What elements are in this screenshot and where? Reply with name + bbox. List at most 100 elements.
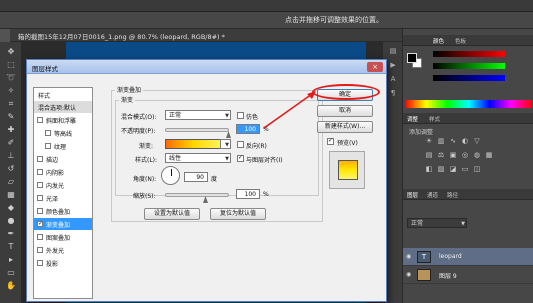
hue-saturation-icon[interactable]: ▤	[423, 151, 435, 159]
pen-tool-icon[interactable]: ✒	[5, 228, 17, 239]
tab-styles[interactable]: 样式	[429, 115, 440, 123]
foreground-color-swatch[interactable]	[407, 53, 417, 63]
style-item-inner-shadow[interactable]: 内阴影	[34, 166, 92, 178]
style-item-texture[interactable]: 纹理	[34, 140, 92, 152]
tab-paths[interactable]: 路径	[447, 191, 458, 199]
visibility-eye-icon[interactable]: ◉	[406, 253, 411, 260]
style-checkbox[interactable]	[37, 220, 43, 227]
reverse-checkbox[interactable]	[237, 141, 244, 148]
style-item-pattern-overlay[interactable]: 图案叠加	[34, 231, 92, 243]
stamp-tool-icon[interactable]: ⊥	[5, 150, 17, 161]
gradient-picker[interactable]	[165, 139, 221, 149]
move-tool-icon[interactable]: ✥	[5, 46, 17, 57]
set-default-button[interactable]: 设置为默认值	[144, 208, 200, 220]
gradient-style-select[interactable]: 线性 ▼	[165, 153, 231, 163]
style-checkbox[interactable]	[45, 143, 51, 149]
threshold-icon[interactable]: ◪	[447, 165, 459, 173]
exposure-icon[interactable]: ◐	[459, 137, 471, 145]
style-checkbox[interactable]	[37, 234, 43, 240]
magic-wand-tool-icon[interactable]: ✧	[5, 85, 17, 96]
history-brush-tool-icon[interactable]: ↺	[5, 163, 17, 174]
style-item-gradient-overlay[interactable]: 渐变叠加	[34, 218, 92, 230]
style-item-contour[interactable]: 等高线	[34, 127, 92, 139]
gradient-dropdown[interactable]: ▼	[220, 139, 231, 149]
hand-tool-icon[interactable]: ✋	[5, 280, 17, 291]
style-checkbox[interactable]	[37, 208, 43, 214]
eyedropper-tool-icon[interactable]: ✎	[5, 111, 17, 122]
brush-tool-icon[interactable]: ✐	[5, 137, 17, 148]
angle-dial[interactable]	[161, 166, 180, 185]
green-slider[interactable]	[433, 63, 505, 69]
style-checkbox[interactable]	[45, 130, 51, 136]
curves-icon[interactable]: ∿	[447, 137, 459, 145]
path-selection-tool-icon[interactable]: ▸	[5, 254, 17, 265]
style-checkbox[interactable]	[37, 182, 43, 188]
style-checkbox[interactable]	[37, 195, 43, 201]
style-checkbox[interactable]	[37, 260, 43, 266]
vibrance-icon[interactable]: ▽	[471, 137, 483, 145]
levels-icon[interactable]: ▥	[435, 137, 447, 145]
tab-color[interactable]: 颜色	[433, 37, 444, 45]
actions-icon[interactable]: ▶	[387, 60, 399, 70]
brightness-icon[interactable]: ☀	[423, 137, 435, 145]
style-checkbox[interactable]	[37, 156, 43, 162]
tab-swatches[interactable]: 色板	[455, 37, 466, 45]
blend-mode-select[interactable]: 正常 ▼	[165, 110, 231, 120]
blur-tool-icon[interactable]: ◆	[5, 202, 17, 213]
character-icon[interactable]: A	[387, 74, 399, 84]
channel-mixer-icon[interactable]: ◍	[471, 151, 483, 159]
paragraph-icon[interactable]: ¶	[387, 88, 399, 98]
style-item-color-overlay[interactable]: 颜色叠加	[34, 205, 92, 217]
opacity-slider[interactable]	[165, 128, 229, 132]
style-checkbox[interactable]	[37, 117, 43, 123]
tab-adjustments[interactable]: 调整	[407, 115, 418, 123]
shape-tool-icon[interactable]: ▭	[5, 267, 17, 278]
scale-input[interactable]: 100	[236, 189, 260, 199]
style-item-inner-glow[interactable]: 内发光	[34, 179, 92, 191]
marquee-tool-icon[interactable]: ⬚	[5, 59, 17, 70]
dialog-titlebar[interactable]: 图层样式 ×	[27, 60, 386, 74]
posterize-icon[interactable]: ▨	[435, 165, 447, 173]
dither-checkbox[interactable]	[237, 112, 244, 119]
tab-channels[interactable]: 通道	[427, 191, 438, 199]
close-icon[interactable]: ×	[367, 62, 383, 72]
healing-brush-tool-icon[interactable]: ✚	[5, 124, 17, 135]
photo-filter-icon[interactable]: ◎	[459, 151, 471, 159]
scale-slider[interactable]	[165, 193, 229, 197]
style-item-bevel-emboss[interactable]: 斜面和浮雕	[34, 114, 92, 126]
color-lookup-icon[interactable]: ▦	[483, 151, 495, 159]
preview-checkbox[interactable]	[327, 137, 334, 145]
style-item-satin[interactable]: 光泽	[34, 192, 92, 204]
angle-input[interactable]: 90	[184, 172, 208, 182]
lasso-tool-icon[interactable]: ➰	[5, 72, 17, 83]
crop-tool-icon[interactable]: ⌗	[5, 98, 17, 109]
new-style-button[interactable]: 新建样式(W)...	[317, 121, 373, 133]
style-item-drop-shadow[interactable]: 投影	[34, 257, 92, 269]
tab-layers[interactable]: 图层	[407, 191, 418, 199]
style-item-outer-glow[interactable]: 外发光	[34, 244, 92, 256]
cancel-button[interactable]: 取消	[317, 105, 373, 117]
style-checkbox[interactable]	[37, 247, 43, 253]
blue-slider[interactable]	[433, 75, 505, 81]
opacity-input[interactable]: 100	[236, 124, 260, 134]
selective-color-icon[interactable]: ◫	[471, 165, 483, 173]
red-slider[interactable]	[433, 51, 505, 57]
black-white-icon[interactable]: ▣	[447, 151, 459, 159]
color-spectrum[interactable]	[405, 100, 532, 108]
document-tab[interactable]: 箱的截图15年12月07日0016_1.png @ 80.7% (leopard…	[10, 29, 410, 42]
invert-icon[interactable]: ◧	[423, 165, 435, 173]
visibility-eye-icon[interactable]: ◉	[406, 271, 411, 278]
layer-blend-mode-select[interactable]: 正常 ▼	[407, 218, 467, 228]
align-with-layer-checkbox[interactable]	[237, 154, 244, 162]
layer-row[interactable]: ◉ 图层 9	[403, 266, 533, 284]
style-checkbox[interactable]	[37, 169, 43, 175]
reset-default-button[interactable]: 复位为默认值	[210, 208, 266, 220]
history-icon[interactable]: ▤	[387, 46, 399, 56]
gradient-map-icon[interactable]: ▭	[459, 165, 471, 173]
eraser-tool-icon[interactable]: ▱	[5, 176, 17, 187]
styles-header[interactable]: 样式	[34, 89, 92, 101]
style-item-stroke[interactable]: 描边	[34, 153, 92, 165]
dodge-tool-icon[interactable]: ●	[5, 215, 17, 226]
gradient-tool-icon[interactable]: ▦	[5, 189, 17, 200]
type-tool-icon[interactable]: T	[5, 241, 17, 252]
